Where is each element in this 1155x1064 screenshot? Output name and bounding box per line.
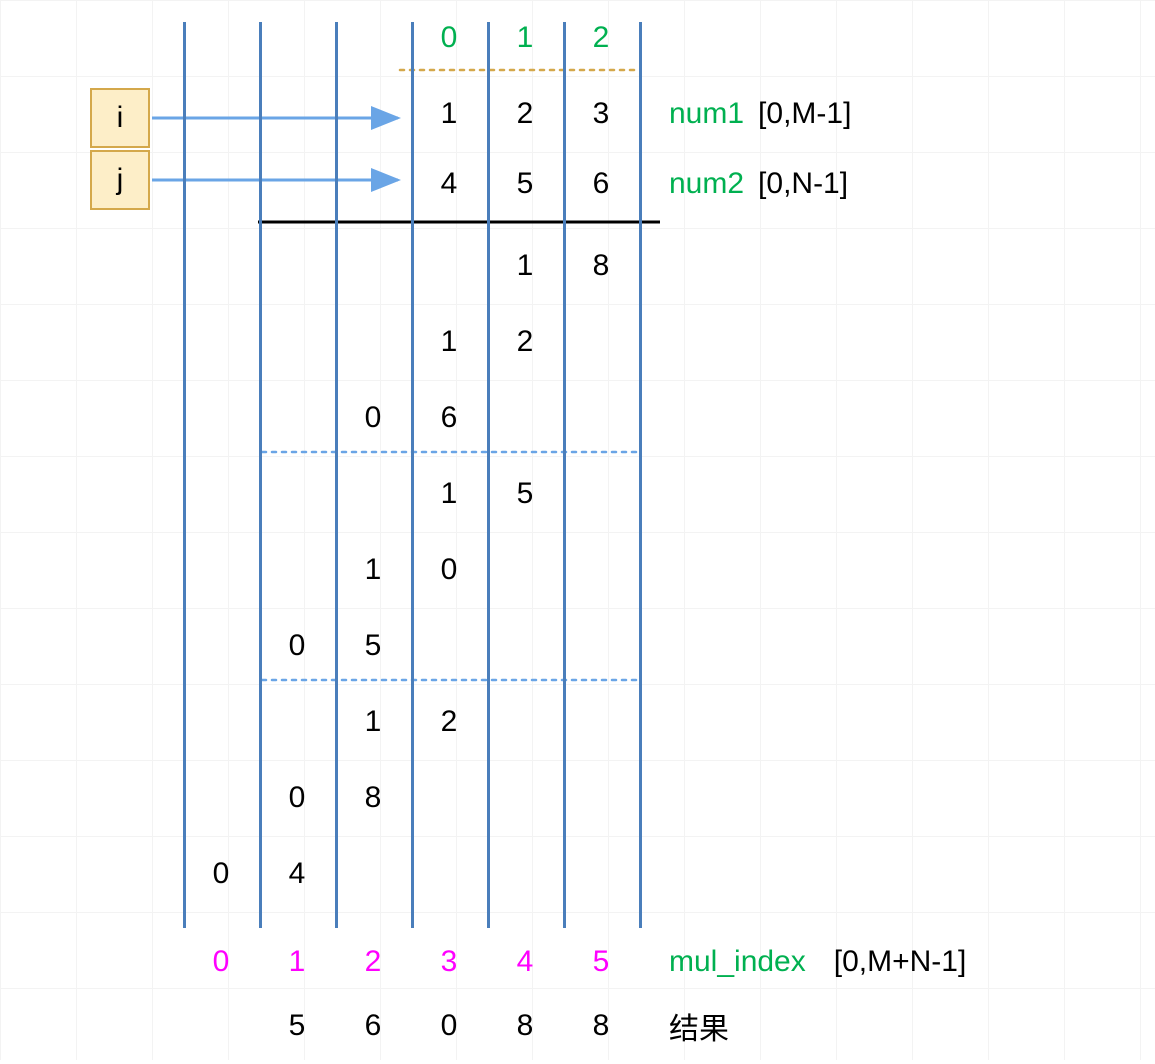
partial-digit: 8 <box>335 760 411 836</box>
num2-digit: 5 <box>487 146 563 222</box>
result-digit: 5 <box>259 988 335 1064</box>
mul-index-range: [0,M+N-1] <box>834 945 967 979</box>
partial-digit: 5 <box>335 608 411 684</box>
partial-digit: 0 <box>411 532 487 608</box>
partial-digit: 0 <box>183 836 259 912</box>
num1-name: num1 <box>669 97 744 131</box>
partial-digit: 4 <box>259 836 335 912</box>
mul-index: 0 <box>183 924 259 1000</box>
partial-digit: 1 <box>335 684 411 760</box>
partial-digit: 1 <box>411 304 487 380</box>
num2-range: [0,N-1] <box>758 167 848 201</box>
result-digit: 8 <box>563 988 639 1064</box>
partial-digit: 6 <box>411 380 487 456</box>
partial-digit: 1 <box>487 228 563 304</box>
num2-digit: 6 <box>563 146 639 222</box>
num1-label: num1 [0,M-1] <box>669 76 851 152</box>
multiplication-diagram: i j 0 1 2 1 2 3 num1 [0,M-1] <box>0 0 1155 1060</box>
num2-label: num2 [0,N-1] <box>669 146 848 222</box>
top-index: 2 <box>563 0 639 76</box>
top-index: 1 <box>487 0 563 76</box>
partial-digit: 5 <box>487 456 563 532</box>
result-label: 结果 <box>669 988 729 1064</box>
num1-range: [0,M-1] <box>758 97 851 131</box>
top-index: 0 <box>411 0 487 76</box>
partial-digit: 0 <box>335 380 411 456</box>
result-digit: 0 <box>411 988 487 1064</box>
partial-digit: 2 <box>487 304 563 380</box>
partial-digit: 1 <box>411 456 487 532</box>
result-digit: 8 <box>487 988 563 1064</box>
num2-digit: 4 <box>411 146 487 222</box>
partial-digit: 8 <box>563 228 639 304</box>
col-line <box>639 22 642 928</box>
partial-digit: 0 <box>259 608 335 684</box>
partial-digit: 2 <box>411 684 487 760</box>
partial-digit: 1 <box>335 532 411 608</box>
mul-index-name: mul_index <box>669 945 806 979</box>
num1-digit: 1 <box>411 76 487 152</box>
partial-digit: 0 <box>259 760 335 836</box>
num1-digit: 2 <box>487 76 563 152</box>
col-line <box>183 22 186 928</box>
num2-name: num2 <box>669 167 744 201</box>
result-digit: 6 <box>335 988 411 1064</box>
num1-digit: 3 <box>563 76 639 152</box>
